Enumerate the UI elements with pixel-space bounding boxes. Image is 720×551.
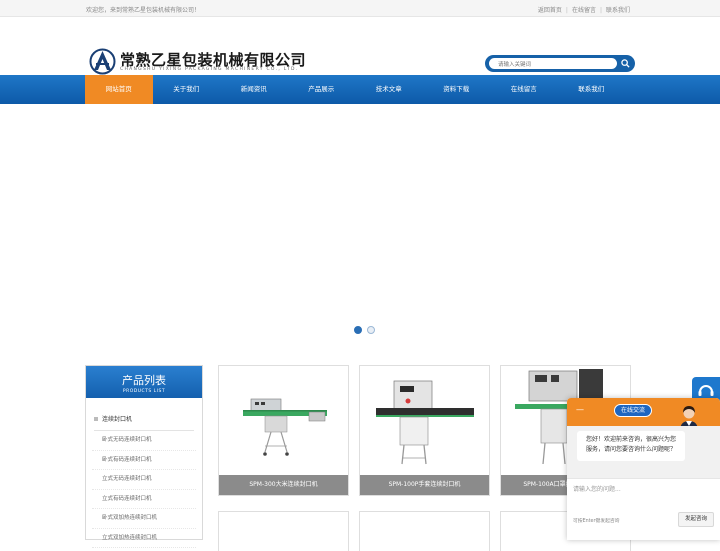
sidebar-title: 产品列表 bbox=[122, 374, 166, 387]
search-input[interactable] bbox=[489, 58, 617, 69]
banner-slideshow[interactable] bbox=[0, 104, 720, 344]
top-link-message[interactable]: 在线留言 bbox=[572, 7, 596, 14]
nav-item-articles[interactable]: 技术文章 bbox=[355, 75, 423, 104]
bullet-icon bbox=[94, 416, 98, 421]
nav-item-products[interactable]: 产品展示 bbox=[288, 75, 356, 104]
nav-item-contact[interactable]: 联系我们 bbox=[558, 75, 626, 104]
product-caption[interactable]: SPM-300大米连续封口机 bbox=[219, 475, 348, 495]
top-bar: 欢迎您，来到常熟乙星包装机械有限公司！ 返回首页 | 在线留言 | 联系我们 bbox=[0, 0, 720, 17]
sidebar-subtitle: PRODUCTS LIST bbox=[122, 389, 166, 394]
product-caption[interactable]: SPM-100P手套连续封口机 bbox=[360, 475, 489, 495]
sidebar-item[interactable]: 卧式有码连续封口机 bbox=[92, 451, 196, 470]
nav-item-home[interactable]: 网站首页 bbox=[85, 75, 153, 104]
chat-widget: — 在线交流 您好！欢迎前来咨询，很高兴为您服务，请问您要咨询什么问题呢？ 请输… bbox=[567, 398, 720, 540]
product-image bbox=[243, 398, 327, 456]
search-button[interactable] bbox=[618, 56, 633, 71]
carousel-dots bbox=[354, 326, 375, 334]
chat-greeting: 您好！欢迎前来咨询，很高兴为您服务，请问您要咨询什么问题呢？ bbox=[577, 431, 685, 461]
chat-body: 您好！欢迎前来咨询，很高兴为您服务，请问您要咨询什么问题呢？ 请输入您的问题..… bbox=[567, 426, 720, 540]
sidebar-category[interactable]: 连续封口机 bbox=[86, 398, 202, 423]
sidebar-item[interactable]: 卧式无码连续封口机 bbox=[92, 431, 196, 451]
chat-input[interactable]: 请输入您的问题... bbox=[573, 484, 621, 493]
top-link-home[interactable]: 返回首页 bbox=[538, 7, 562, 14]
carousel-dot-2[interactable] bbox=[367, 326, 375, 334]
chat-input-area[interactable]: 请输入您的问题... 可按Enter键发起咨询 发起咨询 bbox=[567, 478, 720, 540]
sidebar-header: 产品列表 PRODUCTS LIST bbox=[86, 366, 202, 398]
product-image bbox=[376, 380, 474, 465]
separator: | bbox=[599, 7, 602, 14]
product-card[interactable] bbox=[359, 511, 490, 551]
product-card[interactable]: SPM-300大米连续封口机 bbox=[218, 365, 349, 496]
top-link-contact[interactable]: 联系我们 bbox=[606, 7, 630, 14]
company-name-english: CHANGSHU YIXING PACKAGING MACHINERY CO.,… bbox=[120, 67, 299, 72]
carousel-dot-1[interactable] bbox=[354, 326, 362, 334]
search-icon bbox=[621, 59, 630, 68]
header: 常熟乙星包装机械有限公司 CHANGSHU YIXING PACKAGING M… bbox=[0, 17, 720, 75]
sidebar-item[interactable]: 立式有码连续封口机 bbox=[92, 490, 196, 509]
product-card[interactable]: SPM-100P手套连续封口机 bbox=[359, 365, 490, 496]
chat-title: 在线交流 bbox=[614, 404, 652, 417]
chat-hint: 可按Enter键发起咨询 bbox=[573, 519, 620, 524]
separator: | bbox=[565, 7, 568, 14]
nav-item-downloads[interactable]: 资料下载 bbox=[423, 75, 491, 104]
nav-item-about[interactable]: 关于我们 bbox=[153, 75, 221, 104]
minimize-button[interactable]: — bbox=[576, 405, 584, 414]
sidebar-item[interactable]: 立式双加热连续封口机 bbox=[92, 529, 196, 548]
company-logo[interactable] bbox=[89, 48, 116, 75]
top-links: 返回首页 | 在线留言 | 联系我们 bbox=[536, 5, 632, 14]
chat-header: — 在线交流 bbox=[567, 398, 720, 431]
nav-item-news[interactable]: 新闻资讯 bbox=[220, 75, 288, 104]
search-box bbox=[485, 55, 635, 72]
main-nav: 网站首页 关于我们 新闻资讯 产品展示 技术文章 资料下载 在线留言 联系我们 bbox=[0, 75, 720, 104]
sidebar-item[interactable]: 卧式双加热连续封口机 bbox=[92, 509, 196, 529]
sidebar-category-label: 连续封口机 bbox=[102, 416, 133, 423]
product-card[interactable] bbox=[218, 511, 349, 551]
product-sidebar: 产品列表 PRODUCTS LIST 连续封口机 卧式无码连续封口机 卧式有码连… bbox=[85, 365, 203, 548]
send-button[interactable]: 发起咨询 bbox=[678, 512, 714, 527]
nav-item-message[interactable]: 在线留言 bbox=[490, 75, 558, 104]
sidebar-item[interactable]: 立式无码连续封口机 bbox=[92, 470, 196, 490]
welcome-text: 欢迎您，来到常熟乙星包装机械有限公司！ bbox=[86, 7, 201, 14]
